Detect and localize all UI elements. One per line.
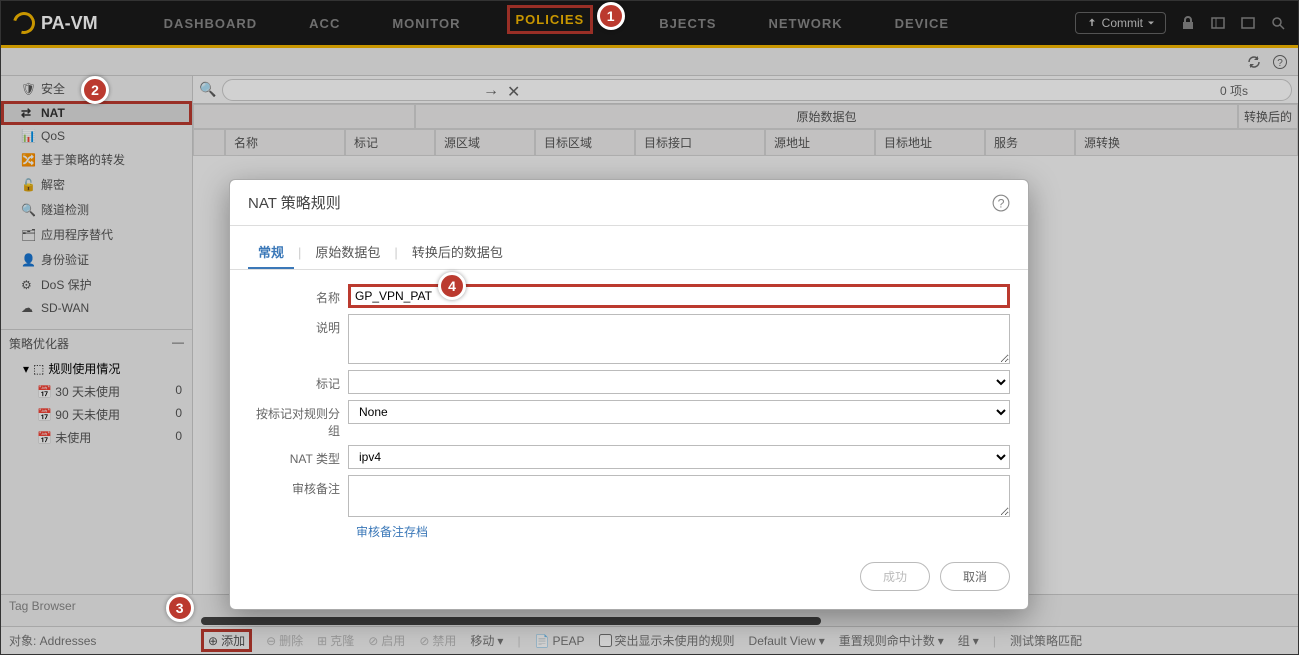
nat-rule-modal: NAT 策略规则 ? 常规 | 原始数据包 | 转换后的数据包 名称 4 说明 …	[229, 179, 1029, 610]
modal-help-icon[interactable]: ?	[992, 194, 1010, 212]
audit-archive-link[interactable]: 审核备注存档	[356, 523, 1010, 540]
lbl-tag: 标记	[248, 370, 348, 392]
input-desc[interactable]	[348, 314, 1010, 364]
cancel-button[interactable]: 取消	[940, 562, 1010, 591]
modal-header: NAT 策略规则 ?	[230, 180, 1028, 226]
select-tag[interactable]	[348, 370, 1010, 394]
callout-3: 3	[166, 594, 194, 622]
svg-text:?: ?	[998, 196, 1005, 210]
modal-body: 名称 4 说明 标记 按标记对规则分组 None NAT 类型 ipv4 审核备…	[230, 270, 1028, 550]
callout-4: 4	[438, 272, 466, 300]
input-audit[interactable]	[348, 475, 1010, 517]
modal-footer: 成功 取消	[230, 550, 1028, 609]
lbl-audit: 审核备注	[248, 475, 348, 497]
modal-tabs: 常规 | 原始数据包 | 转换后的数据包	[230, 226, 1028, 270]
callout-1: 1	[597, 2, 625, 30]
tab-translated[interactable]: 转换后的数据包	[402, 236, 513, 269]
lbl-nattype: NAT 类型	[248, 445, 348, 467]
ok-button[interactable]: 成功	[860, 562, 930, 591]
tab-original[interactable]: 原始数据包	[305, 236, 390, 269]
lbl-name: 名称	[248, 284, 348, 306]
callout-2: 2	[81, 76, 109, 104]
modal-title: NAT 策略规则	[248, 192, 341, 213]
select-nattype[interactable]: ipv4	[348, 445, 1010, 469]
tab-general[interactable]: 常规	[248, 236, 294, 269]
lbl-group: 按标记对规则分组	[248, 400, 348, 439]
lbl-desc: 说明	[248, 314, 348, 336]
select-group[interactable]: None	[348, 400, 1010, 424]
